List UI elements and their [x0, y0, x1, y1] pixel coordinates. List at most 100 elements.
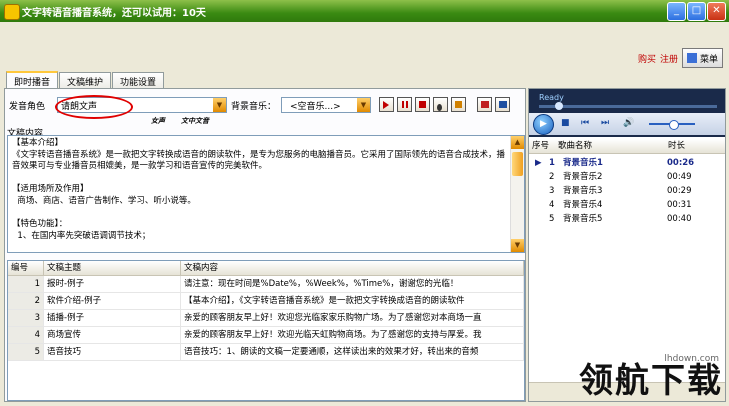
playlist-row[interactable]: 4 背景音乐4 00:31	[529, 199, 725, 212]
chevron-down-icon[interactable]: ▼	[213, 98, 226, 112]
media-player: Ready ▶ ■ ⏮ ⏭ 🔊	[529, 89, 725, 137]
maximize-button[interactable]: □	[687, 2, 706, 21]
table-row[interactable]: 4 商场宣传 亲爱的顾客朋友早上好！欢迎光临天虹购物商场。为了感谢您的支持与厚爱…	[8, 327, 524, 344]
bgm-select[interactable]: <空音乐...> ▼	[281, 97, 371, 113]
table-row[interactable]: 2 软件介绍-例子 【基本介绍】，《文字转语音播音系统》是一款把文字转换成语音的…	[8, 293, 524, 310]
playlist-row[interactable]: 5 背景音乐5 00:40	[529, 213, 725, 226]
script-editor[interactable]: 【基本介绍】 《文字转语音播音系统》是一款把文字转换成语音的朗读软件，是专为您服…	[7, 135, 525, 253]
row-content: 请注意：现在时间是%Date%，%Week%，%Time%，谢谢您的光临！	[181, 276, 524, 292]
tab-bar: 即时播音 文稿维护 功能设置	[6, 71, 165, 91]
row-content: 亲爱的顾客朋友早上好！欢迎光临天虹购物商场。为了感谢您的支持与厚爱。我	[181, 327, 524, 343]
player-status: Ready	[539, 93, 564, 102]
track-number: 4	[549, 200, 555, 210]
pause-icon[interactable]	[397, 97, 412, 112]
register-link[interactable]: 注册	[660, 52, 678, 65]
menu-button[interactable]: 菜单	[681, 48, 723, 68]
play-icon[interactable]: ▶	[533, 114, 554, 135]
stop-icon[interactable]	[415, 97, 430, 112]
track-duration: 00:26	[667, 158, 695, 168]
scroll-down-icon[interactable]: ▼	[511, 239, 524, 252]
tab-settings[interactable]: 功能设置	[112, 72, 165, 89]
tab-script-maintenance[interactable]: 文稿维护	[59, 72, 112, 89]
row-number: 2	[8, 293, 44, 309]
column-header[interactable]: 时长	[665, 139, 725, 153]
music-note-icon[interactable]	[433, 97, 448, 112]
column-header[interactable]: 文稿内容	[181, 261, 524, 275]
minimize-button[interactable]: _	[667, 2, 686, 21]
scroll-up-icon[interactable]: ▲	[511, 136, 524, 149]
window-title: 文字转语音播音系统，还可以试用：10天	[22, 8, 206, 19]
voice-icon[interactable]	[451, 97, 466, 112]
table-row[interactable]: 3 插播-例子 亲爱的顾客朋友早上好！欢迎您光临家家乐购物广场。为了感谢您对本商…	[8, 310, 524, 327]
next-icon[interactable]: ⏭	[601, 118, 609, 128]
track-number: 3	[549, 186, 555, 196]
row-topic: 软件介绍-例子	[44, 293, 181, 309]
playlist-row[interactable]: 2 背景音乐2 00:49	[529, 171, 725, 184]
scroll-thumb[interactable]	[512, 152, 523, 176]
table-header: 编号 文稿主题 文稿内容	[8, 261, 524, 276]
playlist-row[interactable]: ▶ 1 背景音乐1 00:26	[529, 157, 725, 170]
player-controls: ▶ ■ ⏮ ⏭ 🔊	[529, 113, 725, 135]
row-number: 5	[8, 344, 44, 360]
track-duration: 00:40	[667, 214, 692, 224]
track-duration: 00:29	[667, 186, 692, 196]
bgm-label: 背景音乐：	[231, 102, 277, 112]
export-icon[interactable]	[477, 97, 492, 112]
menu-icon	[686, 53, 697, 63]
app-icon	[4, 4, 20, 20]
editor-scrollbar[interactable]: ▲ ▼	[510, 136, 524, 252]
current-track-icon: ▶	[535, 158, 542, 168]
track-duration: 00:49	[667, 172, 692, 182]
track-name: 背景音乐3	[563, 186, 603, 196]
row-number: 4	[8, 327, 44, 343]
volume-icon[interactable]: 🔊	[623, 118, 634, 128]
header-links: 购买 注册 菜单	[638, 48, 723, 68]
bgm-value: <空音乐...>	[290, 102, 341, 112]
table-row[interactable]: 5 语音技巧 语音技巧：1、朗读的文稿一定要通顺，这样读出来的效果才好，转出来的…	[8, 344, 524, 361]
row-content: 【基本介绍】，《文字转语音播音系统》是一款把文字转换成语音的朗读软件	[181, 293, 524, 309]
previous-icon[interactable]: ⏮	[581, 118, 589, 128]
buy-link[interactable]: 购买	[638, 52, 656, 65]
close-button[interactable]: ✕	[707, 2, 726, 21]
menu-label: 菜单	[699, 54, 718, 65]
row-topic: 商场宣传	[44, 327, 181, 343]
column-header[interactable]: 序号	[529, 139, 555, 153]
screen-icon[interactable]	[495, 97, 510, 112]
chevron-down-icon[interactable]: ▼	[357, 98, 370, 112]
playlist-header: 序号 歌曲名称 时长	[529, 139, 725, 154]
track-duration: 00:31	[667, 200, 692, 210]
track-number: 1	[549, 158, 555, 168]
track-name: 背景音乐2	[563, 172, 603, 182]
stop-icon[interactable]: ■	[561, 118, 570, 128]
script-text: 【基本介绍】 《文字转语音播音系统》是一款把文字转换成语音的朗读软件，是专为您服…	[12, 138, 506, 241]
row-topic: 插播-例子	[44, 310, 181, 326]
track-name: 背景音乐1	[563, 158, 603, 168]
voice-note: 女声	[151, 117, 165, 125]
voice-label: 发音角色	[9, 102, 46, 112]
column-header[interactable]: 编号	[8, 261, 44, 275]
broadcast-panel: 发音角色 请朗文声 ▼ 背景音乐： <空音乐...> ▼ 女声 文中文音 文稿内…	[4, 88, 526, 402]
track-name: 背景音乐4	[563, 200, 603, 210]
play-icon[interactable]	[379, 97, 394, 112]
column-header[interactable]: 歌曲名称	[555, 139, 665, 153]
column-header[interactable]: 文稿主题	[44, 261, 181, 275]
track-name: 背景音乐5	[563, 214, 603, 224]
title-bar: 文字转语音播音系统，还可以试用：10天 _ □ ✕	[0, 0, 729, 22]
watermark-logo: 领航下载	[579, 361, 723, 401]
seek-bar[interactable]	[539, 105, 717, 108]
row-number: 3	[8, 310, 44, 326]
volume-knob[interactable]	[669, 120, 679, 130]
seek-knob[interactable]	[555, 102, 563, 110]
row-topic: 语音技巧	[44, 344, 181, 360]
row-content: 语音技巧：1、朗读的文稿一定要通顺，这样读出来的效果才好，转出来的音频	[181, 344, 524, 360]
track-number: 5	[549, 214, 555, 224]
table-row[interactable]: 1 报时-例子 请注意：现在时间是%Date%，%Week%，%Time%，谢谢…	[8, 276, 524, 293]
control-row: 发音角色 请朗文声 ▼ 背景音乐： <空音乐...> ▼	[7, 95, 523, 119]
playlist-row[interactable]: 3 背景音乐3 00:29	[529, 185, 725, 198]
highlight-circle	[55, 95, 133, 119]
track-number: 2	[549, 172, 555, 182]
script-table: 编号 文稿主题 文稿内容 1 报时-例子 请注意：现在时间是%Date%，%We…	[7, 260, 525, 401]
voice-note-2: 文中文音	[181, 117, 209, 125]
row-content: 亲爱的顾客朋友早上好！欢迎您光临家家乐购物广场。为了感谢您对本商场一直	[181, 310, 524, 326]
row-topic: 报时-例子	[44, 276, 181, 292]
